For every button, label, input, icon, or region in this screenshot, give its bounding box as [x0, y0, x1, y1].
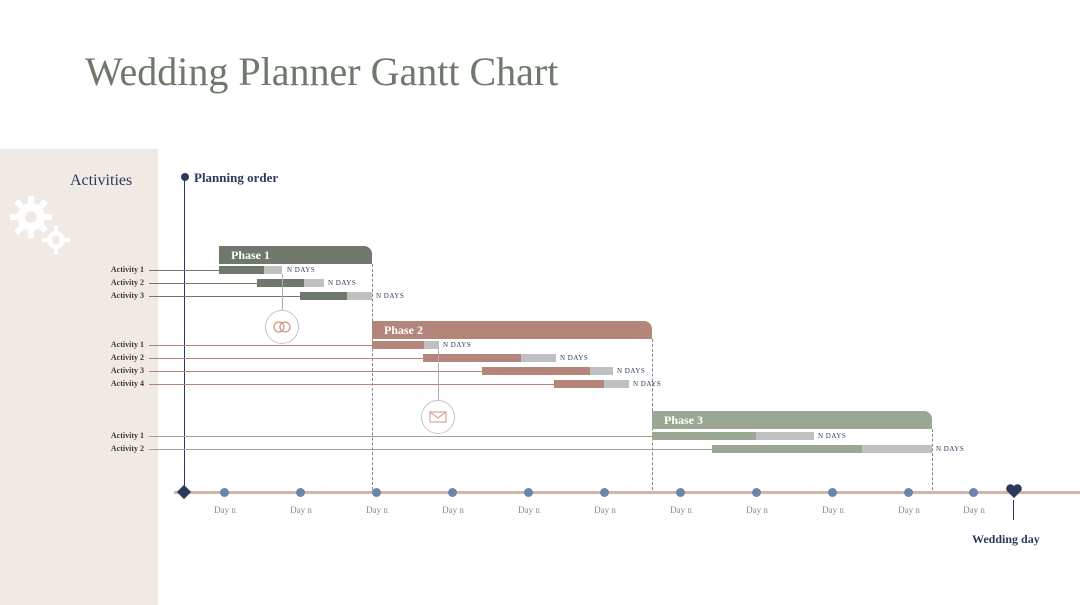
rings-icon — [265, 310, 299, 344]
activity-label: Activity 1 — [99, 431, 144, 440]
timeline-tick — [969, 488, 978, 497]
duration-label: N DAYS — [287, 266, 315, 274]
activity-bar-ext — [590, 367, 613, 375]
duration-label: N DAYS — [818, 432, 846, 440]
timeline-tick — [600, 488, 609, 497]
heart-icon — [1005, 482, 1023, 500]
timeline-tick — [904, 488, 913, 497]
activity-label: Activity 2 — [99, 278, 144, 287]
activity-label: Activity 1 — [99, 265, 144, 274]
row-line — [149, 296, 300, 297]
activity-bar-ext — [424, 341, 439, 349]
timeline-label: Day n — [737, 505, 777, 515]
activity-bar — [372, 341, 424, 349]
activity-bar-ext — [862, 445, 932, 453]
phase-bar-1: Phase 1 — [219, 246, 372, 264]
activity-bar — [712, 445, 862, 453]
duration-label: N DAYS — [633, 380, 661, 388]
row-line — [149, 283, 257, 284]
duration-label: N DAYS — [617, 367, 645, 375]
connector — [438, 349, 439, 402]
timeline-label: Day n — [205, 505, 245, 515]
activity-label: Activity 4 — [99, 379, 144, 388]
timeline-label: Day n — [509, 505, 549, 515]
timeline-label: Day n — [281, 505, 321, 515]
row-line — [149, 384, 554, 385]
activity-bar — [300, 292, 347, 300]
activity-label: Activity 2 — [99, 353, 144, 362]
row-line — [149, 436, 652, 437]
row-line — [149, 371, 482, 372]
timeline-label: Day n — [585, 505, 625, 515]
phase3-end-line — [932, 429, 933, 490]
timeline-base — [174, 491, 1080, 494]
activity-bar-ext — [304, 279, 324, 287]
timeline-tick — [372, 488, 381, 497]
timeline-label: Day n — [433, 505, 473, 515]
duration-label: N DAYS — [443, 341, 471, 349]
gears-icon — [6, 192, 76, 267]
activity-label: Activity 3 — [99, 366, 144, 375]
activity-bar — [652, 432, 756, 440]
timeline-tick — [752, 488, 761, 497]
timeline-label: Day n — [813, 505, 853, 515]
phase-bar-3: Phase 3 — [652, 411, 932, 429]
phase-label: Phase 3 — [664, 413, 703, 427]
timeline-tick — [296, 488, 305, 497]
gantt-chart: Phase 1 Activity 1 N DAYS Activity 2 N D… — [99, 170, 1080, 530]
activity-bar-ext — [264, 266, 282, 274]
activity-bar-ext — [521, 354, 556, 362]
row-line — [149, 449, 712, 450]
timeline-start-marker — [177, 485, 191, 499]
activity-bar-ext — [347, 292, 372, 300]
duration-label: N DAYS — [328, 279, 356, 287]
wedding-day-line — [1013, 500, 1014, 520]
row-line — [149, 270, 219, 271]
timeline-tick — [448, 488, 457, 497]
activity-bar — [482, 367, 590, 375]
timeline-tick — [524, 488, 533, 497]
timeline-label: Day n — [954, 505, 994, 515]
timeline: Day n Day n Day n Day n Day n Day n Day … — [99, 488, 1080, 528]
activity-bar-ext — [756, 432, 814, 440]
connector — [282, 274, 283, 312]
activity-bar-ext — [604, 380, 629, 388]
timeline-tick — [220, 488, 229, 497]
activity-label: Activity 3 — [99, 291, 144, 300]
phase-label: Phase 1 — [231, 248, 270, 262]
duration-label: N DAYS — [560, 354, 588, 362]
wedding-day-label: Wedding day — [972, 532, 1040, 547]
row-line — [149, 345, 372, 346]
envelope-icon — [421, 400, 455, 434]
duration-label: N DAYS — [936, 445, 964, 453]
row-line — [149, 358, 423, 359]
start-line — [184, 176, 185, 490]
activity-label: Activity 2 — [99, 444, 144, 453]
phase1-end-line — [372, 264, 373, 490]
phase-label: Phase 2 — [384, 323, 423, 337]
page-title: Wedding Planner Gantt Chart — [85, 48, 558, 95]
duration-label: N DAYS — [376, 292, 404, 300]
timeline-label: Day n — [357, 505, 397, 515]
activity-bar — [257, 279, 304, 287]
activity-bar — [219, 266, 264, 274]
activity-label: Activity 1 — [99, 340, 144, 349]
timeline-tick — [828, 488, 837, 497]
timeline-tick — [676, 488, 685, 497]
timeline-label: Day n — [661, 505, 701, 515]
activity-bar — [554, 380, 604, 388]
timeline-label: Day n — [889, 505, 929, 515]
phase-bar-2: Phase 2 — [372, 321, 652, 339]
